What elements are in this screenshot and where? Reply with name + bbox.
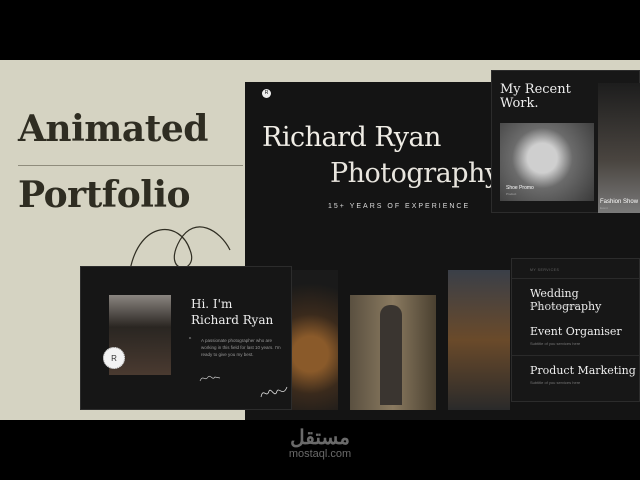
logo[interactable]: R xyxy=(262,89,271,98)
watermark: مستقل mostaql.com xyxy=(270,428,370,460)
service-title[interactable]: Product Marketing xyxy=(530,364,636,377)
recent-work-card: My Recent Work. Shoe Promo Product Fashi… xyxy=(491,70,640,213)
hero-name: Richard Ryan xyxy=(262,122,441,153)
service-sub: Subtitle of you services here xyxy=(530,380,581,385)
work-item-title: Fashion Show xyxy=(600,199,639,205)
watermark-domain: mostaql.com xyxy=(288,448,352,460)
headline-line1: Animated xyxy=(18,108,208,150)
work-item-sub: Product xyxy=(506,192,517,196)
work-item-sub: Event xyxy=(600,206,608,210)
signature-icon xyxy=(199,375,221,382)
watermark-arabic: مستقل xyxy=(290,427,350,449)
photo-woman xyxy=(350,295,436,410)
photo-shoes xyxy=(448,270,510,410)
service-title[interactable]: Wedding Photography xyxy=(530,287,639,313)
divider xyxy=(18,165,243,166)
recent-work-title-2: Work. xyxy=(500,96,539,111)
hero-profession: Photography xyxy=(330,158,500,189)
intro-greeting: Hi. I'm xyxy=(191,297,233,311)
intro-card: R Hi. I'm Richard Ryan “ A passionate ph… xyxy=(80,266,292,410)
photo-food xyxy=(292,270,338,410)
work-item-title: Shoe Promo xyxy=(506,185,534,191)
intro-bio: A passionate photographer who are workin… xyxy=(201,338,281,357)
quote-icon: “ xyxy=(189,337,192,344)
badge: R xyxy=(103,347,125,369)
service-sub: Subtitle of you services here xyxy=(530,303,581,308)
services-card: MY SERVICES Wedding Photography Subtitle… xyxy=(511,258,640,402)
scribble-icon xyxy=(260,386,288,398)
recent-work-title-1: My Recent xyxy=(500,82,571,97)
hero-tagline: 15+ YEARS OF EXPERIENCE xyxy=(328,203,471,210)
service-title[interactable]: Event Organiser xyxy=(530,325,622,338)
work-item-fashion[interactable]: Fashion Show Event xyxy=(598,83,640,213)
work-item-shoe[interactable]: Shoe Promo Product xyxy=(500,123,594,201)
intro-name: Richard Ryan xyxy=(191,313,274,327)
services-label: MY SERVICES xyxy=(530,268,560,272)
service-sub: Subtitle of you services here xyxy=(530,341,581,346)
